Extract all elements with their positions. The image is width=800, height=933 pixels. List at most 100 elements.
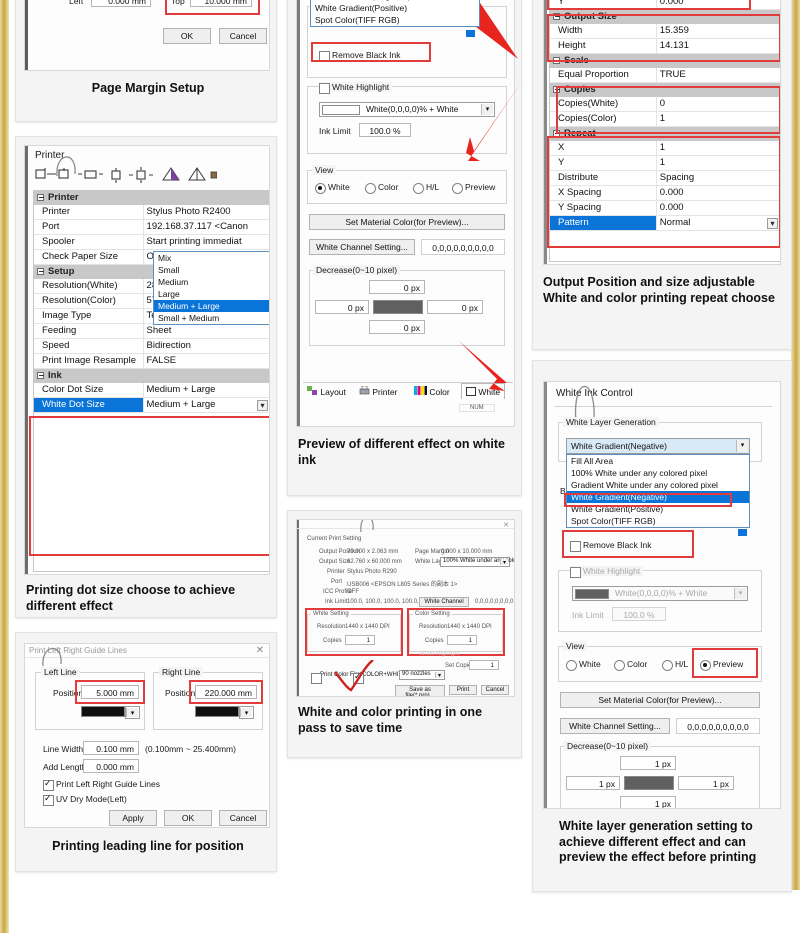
output-property-grid[interactable]: Y 0.000 Output Size Width 15.359 Height … <box>549 0 780 262</box>
printer-property-grid[interactable]: Printer Printer Stylus Photo R2400 Port … <box>33 190 269 572</box>
decrease-right-input[interactable]: 0 px <box>427 300 483 314</box>
tab-printer[interactable]: Printer <box>359 385 397 397</box>
dropdown-option-selected[interactable]: White Gradient(Negative) <box>567 491 749 503</box>
view-radio-color[interactable]: Color <box>365 182 398 194</box>
table-row[interactable]: Spooler Start printing immediat <box>34 235 269 250</box>
white-layer-dropdown[interactable]: 100% White under any colored pixel Gradi… <box>310 0 480 27</box>
row-value[interactable]: Medium + Large <box>142 383 269 397</box>
print-guide-lines-checkbox[interactable]: Print Left Right Guide Lines <box>43 778 160 791</box>
table-row[interactable]: Equal Proportion TRUE <box>550 68 780 83</box>
set-material-color-button[interactable]: Set Material Color(for Preview)... <box>309 214 505 230</box>
row-value[interactable]: TRUE <box>655 68 780 82</box>
row-value[interactable]: Sheet <box>142 324 269 338</box>
table-row[interactable]: Print Image Resample FALSE <box>34 354 269 369</box>
dropdown-option[interactable]: Medium <box>154 276 269 288</box>
remove-black-ink-checkbox[interactable]: Remove Black Ink <box>570 540 652 552</box>
table-row[interactable]: Speed Bidirection <box>34 339 269 354</box>
chevron-down-icon[interactable]: ▾ <box>736 440 748 452</box>
row-value[interactable]: 0.000 <box>655 0 780 9</box>
ink-limit-input[interactable]: 100.0 % <box>359 123 411 137</box>
cancel-button[interactable]: Cancel <box>219 28 267 44</box>
decrease-bottom-input[interactable]: 0 px <box>369 320 425 334</box>
row-value[interactable]: 0.000 <box>655 186 780 200</box>
table-row[interactable]: Port 192.168.37.117 <Canon <box>34 220 269 235</box>
row-value[interactable]: 15.359 <box>655 24 780 38</box>
table-row[interactable]: Printer Stylus Photo R2400 <box>34 205 269 220</box>
white-layer-combo[interactable]: 100% White under any colore ▾ <box>440 557 514 567</box>
dropdown-option[interactable]: 100% White under any colored pixel <box>567 467 749 479</box>
color-copies-input[interactable]: 1 <box>447 635 477 645</box>
left-line-color-combo[interactable]: ▾ <box>125 706 140 719</box>
dropdown-option[interactable]: White Gradient(Positive) <box>567 503 749 515</box>
white-highlight-checkbox[interactable]: White Highlight <box>570 566 644 578</box>
chevron-down-icon[interactable]: ▾ <box>500 559 508 566</box>
ok-button[interactable]: OK <box>163 28 211 44</box>
row-value[interactable]: 1 <box>655 141 780 155</box>
collapse-icon[interactable] <box>553 86 560 93</box>
table-row[interactable]: Height 14.131 <box>550 39 780 54</box>
chevron-down-icon[interactable]: ▾ <box>240 708 252 717</box>
tab-layout[interactable]: Layout <box>307 386 346 397</box>
white-channel-setting-button[interactable]: White Channel Setting... <box>560 718 670 734</box>
chevron-down-icon[interactable]: ▾ <box>734 588 746 599</box>
dropdown-option[interactable]: Spot Color(TIFF RGB) <box>311 14 479 26</box>
collapse-icon[interactable] <box>37 194 44 201</box>
dropdown-option[interactable]: Small <box>154 264 269 276</box>
chevron-down-icon[interactable]: ▾ <box>767 218 778 229</box>
table-row[interactable]: Copies(Color) 1 <box>550 112 780 127</box>
row-value[interactable]: 192.168.37.117 <Canon <box>142 220 269 234</box>
view-radio-color[interactable]: Color <box>614 659 647 671</box>
white-highlight-checkbox[interactable]: White Highlight <box>319 82 393 94</box>
dot-size-dropdown[interactable]: Mix Small Medium Large Medium + Large Sm… <box>153 251 269 325</box>
row-value[interactable]: 0.000 <box>655 201 780 215</box>
add-length-input[interactable]: 0.000 mm <box>83 759 139 773</box>
dropdown-option[interactable]: Fill All Area <box>567 455 749 467</box>
white-layer-combo[interactable]: White Gradient(Negative) ▾ <box>566 438 750 454</box>
group-header-repeat[interactable]: Repeat <box>550 127 780 141</box>
table-row[interactable]: Y Spacing 0.000 <box>550 201 780 216</box>
decrease-right-input[interactable]: 1 px <box>678 776 734 790</box>
table-row[interactable]: X 1 <box>550 141 780 156</box>
left-margin-input[interactable]: 0.000 mm <box>91 0 151 7</box>
group-header-printer[interactable]: Printer <box>34 191 269 205</box>
table-row-white-dot-size[interactable]: White Dot Size Medium + Large ▾ <box>34 398 269 413</box>
row-value[interactable]: Stylus Photo R2400 <box>142 205 269 219</box>
view-radio-hl[interactable]: H/L <box>662 659 688 671</box>
row-value[interactable]: FALSE <box>142 354 269 368</box>
ink-limit-input[interactable]: 100.0 % <box>612 607 666 621</box>
dropdown-option[interactable]: Gradient White under any colored pixel <box>567 479 749 491</box>
ok-button[interactable]: OK <box>164 810 212 826</box>
table-row[interactable]: Feeding Sheet <box>34 324 269 339</box>
line-width-input[interactable]: 0.100 mm <box>83 741 139 755</box>
collapse-icon[interactable] <box>553 13 560 20</box>
view-radio-hl[interactable]: H/L <box>413 182 439 194</box>
row-value[interactable]: Bidirection <box>142 339 269 353</box>
close-icon[interactable]: ✕ <box>503 521 509 529</box>
group-header-output-size[interactable]: Output Size <box>550 10 780 24</box>
row-value[interactable]: 1 <box>655 112 780 126</box>
table-row[interactable]: Y 0.000 <box>550 0 780 10</box>
white-channel-button[interactable]: White Channel <box>419 597 469 607</box>
row-value[interactable]: Medium + Large ▾ <box>142 398 269 412</box>
view-radio-preview[interactable]: Preview <box>700 659 743 671</box>
row-value[interactable]: 1 <box>655 156 780 170</box>
highlight-color-combo[interactable]: White(0,0,0,0)% + White ▾ <box>572 586 748 601</box>
collapse-icon[interactable] <box>37 372 44 379</box>
set-copies-input[interactable]: 1 <box>469 660 499 670</box>
white-layer-dropdown[interactable]: Fill All Area 100% White under any color… <box>566 454 750 528</box>
right-position-input[interactable]: 220.000 mm <box>195 685 257 699</box>
row-value[interactable]: 0 <box>655 97 780 111</box>
dropdown-scroll-thumb[interactable] <box>738 529 747 536</box>
cancel-button[interactable]: Cancel <box>219 810 267 826</box>
chevron-down-icon[interactable]: ▾ <box>257 400 268 411</box>
dropdown-option[interactable]: Mix <box>154 252 269 264</box>
view-radio-preview[interactable]: Preview <box>452 182 495 194</box>
left-position-input[interactable]: 5.000 mm <box>81 685 139 699</box>
table-row[interactable]: Width 15.359 <box>550 24 780 39</box>
dropdown-option[interactable]: Small + Medium <box>154 312 269 324</box>
left-line-color-swatch[interactable] <box>81 706 125 717</box>
dropdown-option[interactable]: Large <box>154 288 269 300</box>
group-header-ink[interactable]: Ink <box>34 369 269 383</box>
apply-button[interactable]: Apply <box>109 810 157 826</box>
print-button[interactable]: Print <box>449 685 477 695</box>
